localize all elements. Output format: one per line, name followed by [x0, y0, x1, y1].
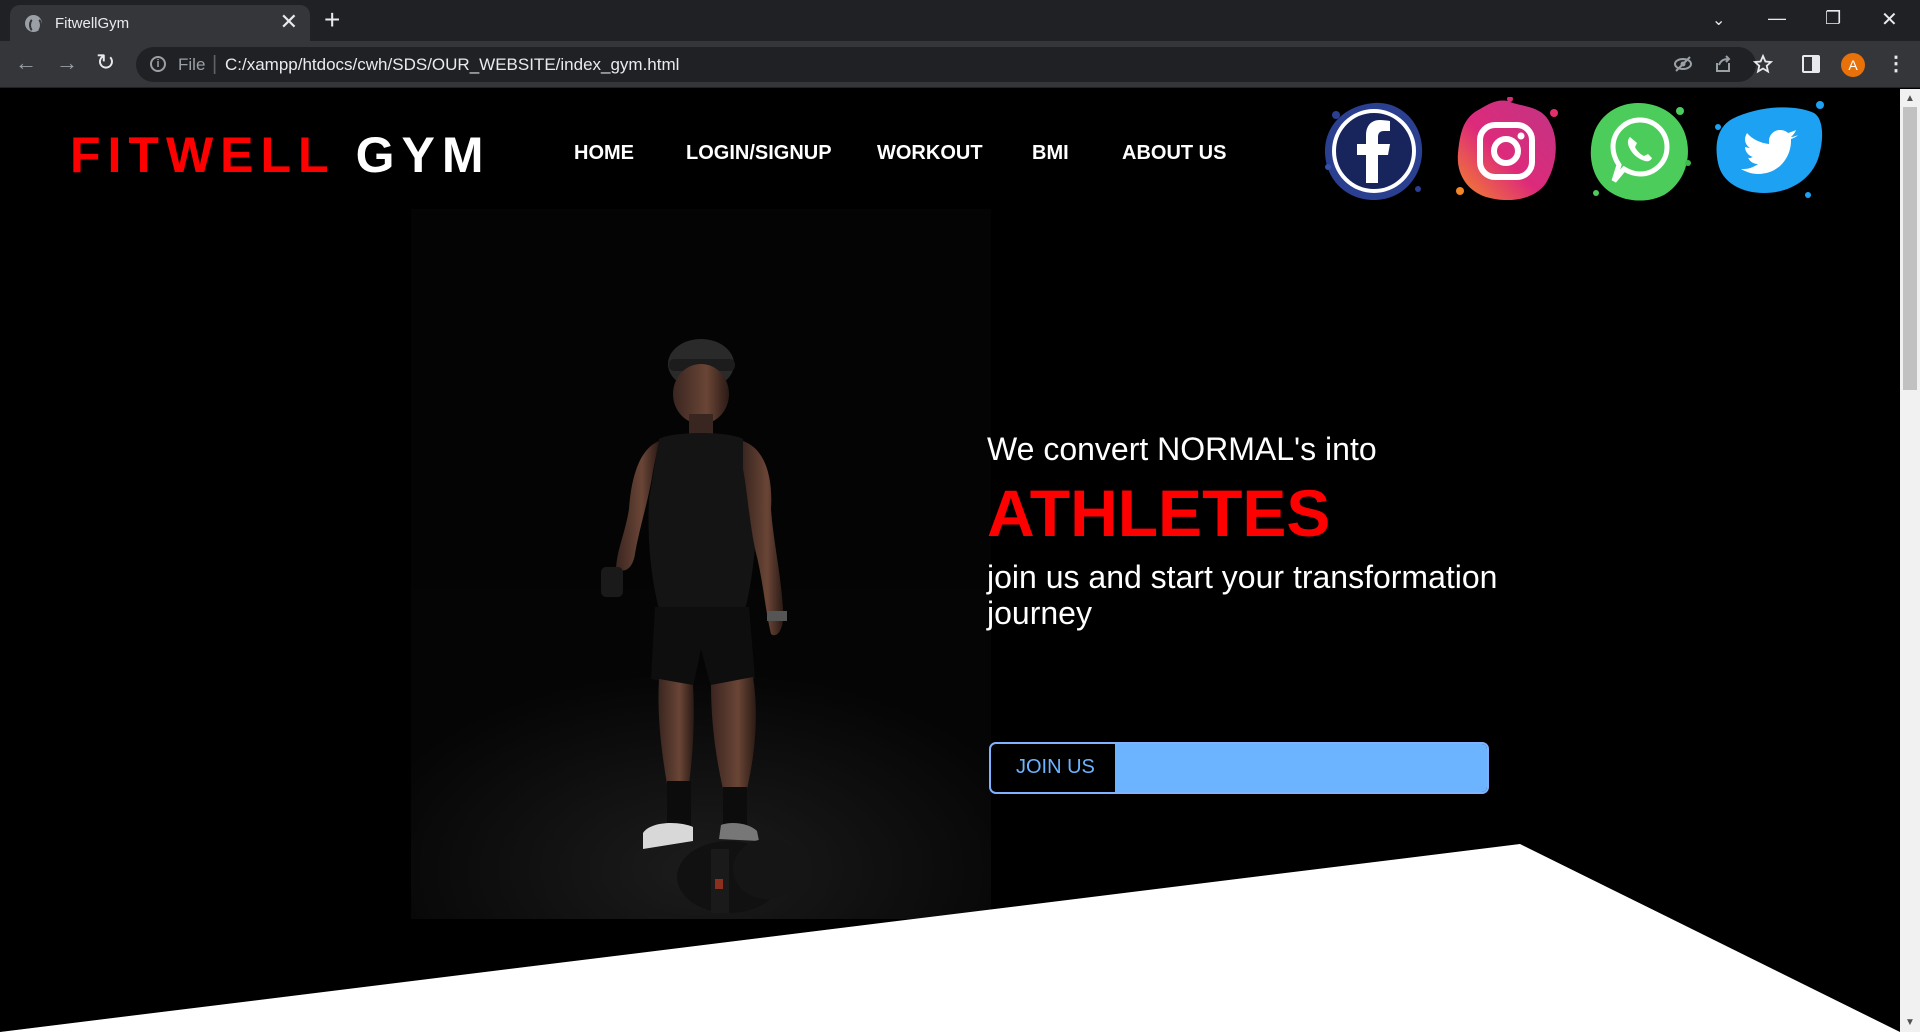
- restore-button[interactable]: ❐: [1825, 8, 1841, 29]
- tab-title: FitwellGym: [55, 15, 130, 32]
- browser-toolbar: ← → ↻ i File | C:/xampp/htdocs/cwh/SDS/O…: [0, 41, 1920, 88]
- address-separator: |: [212, 53, 218, 75]
- side-panel-icon[interactable]: [1802, 55, 1820, 73]
- twitter-icon[interactable]: [1712, 97, 1826, 205]
- back-arrow-icon[interactable]: ←: [15, 50, 37, 76]
- nav-link-workout[interactable]: WORKOUT: [877, 142, 983, 165]
- scrollbar-thumb[interactable]: [1903, 107, 1917, 390]
- join-button-fill: [1115, 744, 1487, 792]
- site-logo[interactable]: FITWELL GYM: [70, 126, 491, 184]
- globe-icon: [25, 15, 42, 33]
- minimize-button[interactable]: —: [1768, 8, 1786, 29]
- join-us-button[interactable]: JOIN US: [989, 742, 1489, 794]
- share-icon[interactable]: [1713, 54, 1733, 79]
- close-window-button[interactable]: ✕: [1881, 7, 1898, 32]
- hero-tagline: We convert NORMAL's into: [987, 431, 1377, 467]
- browser-tab[interactable]: FitwellGym ✕: [10, 5, 310, 41]
- hero-headline: ATHLETES: [987, 476, 1331, 550]
- hero-subtext: join us and start your transformation jo…: [987, 559, 1498, 631]
- profile-avatar[interactable]: A: [1841, 53, 1865, 77]
- logo-text-white: GYM: [355, 127, 491, 183]
- kebab-menu-icon[interactable]: ⋮: [1886, 51, 1906, 76]
- nav-link-about-us[interactable]: ABOUT US: [1122, 142, 1226, 165]
- logo-text-red: FITWELL: [70, 127, 335, 183]
- vertical-scrollbar[interactable]: ▲ ▼: [1900, 89, 1920, 1032]
- whatsapp-icon[interactable]: [1584, 97, 1694, 205]
- address-scheme-label: File: [178, 55, 206, 74]
- scroll-down-arrow-icon[interactable]: ▼: [1905, 1017, 1915, 1028]
- info-icon[interactable]: i: [150, 56, 166, 72]
- hero-text-block: We convert NORMAL's into ATHLETES join u…: [987, 431, 1547, 632]
- bookmark-star-icon[interactable]: [1752, 53, 1774, 79]
- nav-link-login-signup[interactable]: LOGIN/SIGNUP: [686, 142, 832, 165]
- facebook-icon[interactable]: [1320, 97, 1428, 205]
- nav-link-bmi[interactable]: BMI: [1032, 142, 1069, 165]
- instagram-icon[interactable]: [1450, 97, 1562, 205]
- eye-off-icon[interactable]: [1673, 54, 1693, 79]
- page-viewport: FITWELL GYM HOME LOGIN/SIGNUP WORKOUT BM…: [0, 89, 1900, 1032]
- address-bar[interactable]: i File | C:/xampp/htdocs/cwh/SDS/OUR_WEB…: [136, 47, 1774, 82]
- scroll-up-arrow-icon[interactable]: ▲: [1905, 93, 1915, 104]
- tab-search-icon[interactable]: ⌄: [1712, 10, 1725, 30]
- hero-athlete-image: [411, 209, 991, 919]
- new-tab-button[interactable]: +: [324, 6, 340, 34]
- address-url[interactable]: C:/xampp/htdocs/cwh/SDS/OUR_WEBSITE/inde…: [225, 55, 679, 75]
- forward-arrow-icon[interactable]: →: [56, 50, 78, 76]
- close-tab-icon[interactable]: ✕: [280, 11, 298, 33]
- nav-link-home[interactable]: HOME: [574, 142, 634, 165]
- reload-icon[interactable]: ↻: [96, 49, 115, 76]
- join-button-label: JOIN US: [1016, 756, 1095, 778]
- browser-tab-strip: FitwellGym ✕ + ⌄ — ❐ ✕: [0, 0, 1920, 41]
